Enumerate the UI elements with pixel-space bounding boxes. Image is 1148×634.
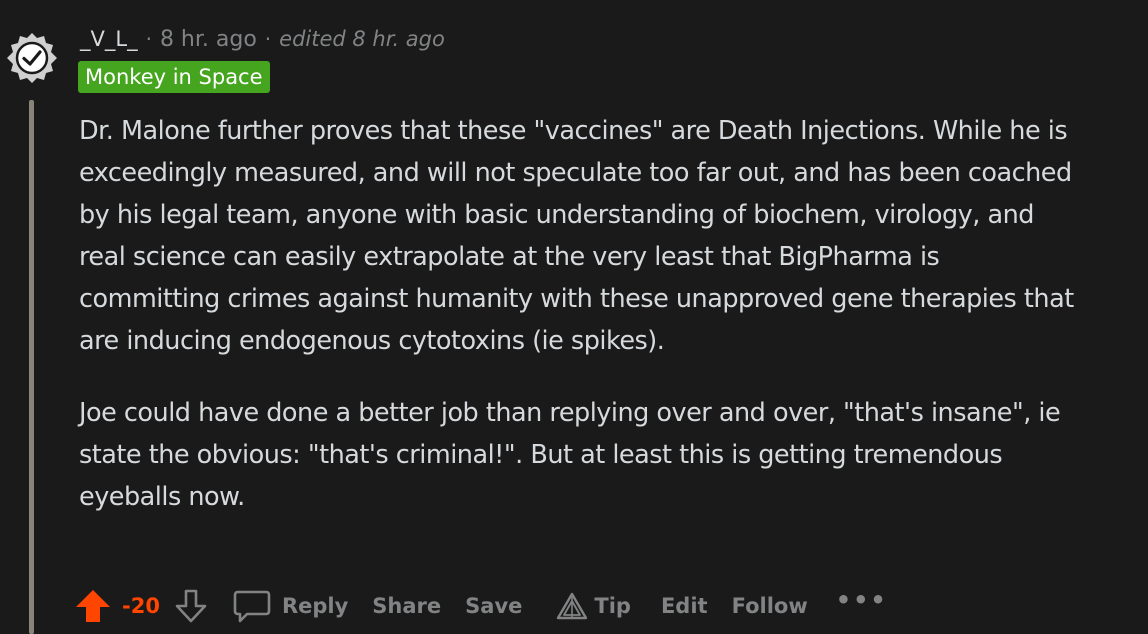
- follow-label: Follow: [731, 594, 808, 618]
- save-button[interactable]: Save: [465, 594, 522, 618]
- edit-label: Edit: [660, 594, 708, 618]
- upvote-arrow-icon[interactable]: [74, 587, 112, 625]
- username-link[interactable]: _V_L_: [80, 27, 138, 51]
- edited-timestamp: edited 8 hr. ago: [279, 27, 445, 51]
- reply-label: Reply: [281, 594, 349, 618]
- follow-button[interactable]: Follow: [732, 594, 808, 618]
- tip-label: Tip: [594, 594, 631, 618]
- verified-check-avatar-icon: [7, 33, 57, 83]
- reply-button[interactable]: Reply: [232, 588, 348, 624]
- vote-score: -20: [122, 594, 160, 618]
- user-avatar[interactable]: [4, 30, 60, 86]
- edit-button[interactable]: Edit: [661, 594, 708, 618]
- comment-actions-bar: -20 Reply Share Save Tip Edit Follow •••: [74, 584, 888, 628]
- thread-collapse-line[interactable]: [29, 100, 34, 634]
- speech-bubble-icon: [233, 590, 271, 623]
- more-options-icon[interactable]: •••: [836, 586, 888, 614]
- comment-header: _V_L_ · 8 hr. ago · edited 8 hr. ago: [80, 22, 445, 56]
- timestamp[interactable]: 8 hr. ago: [160, 27, 257, 52]
- save-label: Save: [465, 594, 523, 618]
- share-label: Share: [372, 594, 442, 618]
- separator-dot: ·: [145, 27, 152, 51]
- tip-triangle-icon: [557, 592, 588, 620]
- comment-paragraph: Joe could have done a better job than re…: [79, 398, 1061, 512]
- user-flair: Monkey in Space: [78, 61, 270, 93]
- share-button[interactable]: Share: [372, 594, 441, 618]
- comment-paragraph: Dr. Malone further proves that these "va…: [79, 116, 1074, 356]
- downvote-arrow-icon[interactable]: [172, 587, 210, 625]
- separator-dot: ·: [264, 27, 272, 51]
- tip-button[interactable]: Tip: [556, 591, 631, 621]
- comment-body: Dr. Malone further proves that these "va…: [79, 110, 1079, 518]
